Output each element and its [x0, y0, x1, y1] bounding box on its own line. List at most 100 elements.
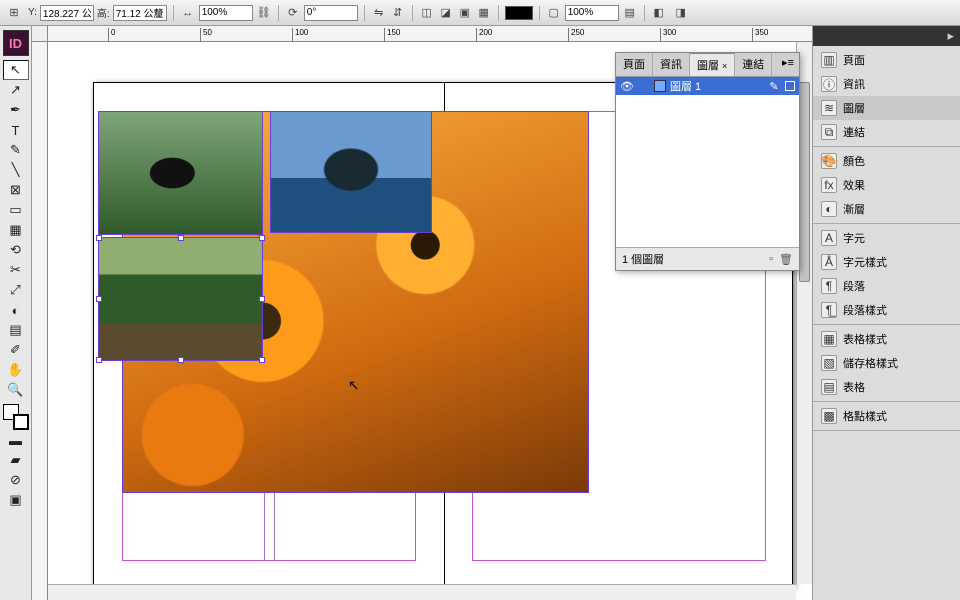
dock-para[interactable]: ¶段落 — [813, 274, 960, 298]
hand-tool[interactable]: ✋ — [3, 360, 29, 380]
fill-stroke-control[interactable] — [3, 404, 29, 430]
layers-panel[interactable]: 頁面 資訊 圖層× 連結 ▸≡ 👁 圖層 1 ✎ 1 個圖層 ▫ 🗑 — [615, 52, 800, 271]
rotate-input[interactable] — [304, 5, 358, 21]
wrap2-icon[interactable]: ◨ — [673, 5, 689, 21]
selection-tool[interactable]: ↖ — [3, 60, 29, 80]
view-mode[interactable]: ▣ — [3, 490, 29, 510]
flip-v-icon[interactable]: ⇵ — [390, 5, 406, 21]
vertical-ruler[interactable] — [32, 42, 48, 600]
flip-h-icon[interactable]: ⇋ — [371, 5, 387, 21]
gradient-tool[interactable]: ◐ — [3, 300, 29, 320]
dock-color[interactable]: 🎨顏色 — [813, 149, 960, 173]
tab-pages[interactable]: 頁面 — [616, 53, 653, 76]
y-input[interactable] — [40, 5, 94, 21]
table-icon: ▤ — [821, 379, 837, 395]
layers-footer: 1 個圖層 ▫ 🗑 — [616, 247, 799, 270]
para-style-icon: ¶̲ — [821, 302, 837, 318]
delete-layer-icon[interactable]: 🗑 — [779, 253, 793, 266]
select-container-icon[interactable]: ◫ — [419, 5, 435, 21]
new-layer-icon[interactable]: ▫ — [769, 253, 773, 266]
layers-list[interactable]: 👁 圖層 1 ✎ — [616, 77, 799, 247]
dock-label: 顏色 — [843, 153, 865, 169]
note-tool[interactable]: ▤ — [3, 320, 29, 340]
layers-icon: ≋ — [821, 100, 837, 116]
ruler-tick: 0 — [108, 28, 115, 42]
direct-selection-tool[interactable]: ↗ — [3, 80, 29, 100]
dock-links[interactable]: ⧉ 連結 — [813, 120, 960, 144]
layer-name[interactable]: 圖層 1 — [670, 78, 701, 94]
layer-row[interactable]: 👁 圖層 1 ✎ — [616, 77, 799, 95]
dock-label: 字元樣式 — [843, 254, 887, 270]
panel-tabstrip: 頁面 資訊 圖層× 連結 ▸≡ — [616, 53, 799, 77]
dock-label: 表格 — [843, 379, 865, 395]
tab-links[interactable]: 連結 — [735, 53, 772, 76]
dock-cell-style[interactable]: ▧ 儲存格樣式 — [813, 351, 960, 375]
apply-color[interactable]: ▬ — [3, 430, 29, 450]
apply-gradient[interactable]: ▰ — [3, 450, 29, 470]
apply-none[interactable]: ⊘ — [3, 470, 29, 490]
dock-label: 段落樣式 — [843, 302, 887, 318]
reference-point-icon[interactable]: ⊞ — [6, 5, 22, 21]
link-scale-icon[interactable]: ⛓ — [256, 5, 272, 21]
eyedropper-tool[interactable]: ✐ — [3, 340, 29, 360]
dock-gradient[interactable]: ◐漸層 — [813, 197, 960, 221]
dock-effects[interactable]: fx效果 — [813, 173, 960, 197]
dock-char-style[interactable]: Å字元樣式 — [813, 250, 960, 274]
pen-tool[interactable]: ✒ — [3, 100, 29, 120]
dock-layers[interactable]: ≋圖層 — [813, 96, 960, 120]
scale-x-input[interactable] — [199, 5, 253, 21]
horizontal-scrollbar[interactable] — [48, 584, 796, 600]
links-icon: ⧉ — [821, 124, 837, 140]
opacity-input[interactable] — [565, 5, 619, 21]
fill-color-swatch[interactable] — [505, 6, 533, 20]
rotate-tool[interactable]: ⟲ — [3, 240, 29, 260]
dock-pages[interactable]: ▥頁面 — [813, 48, 960, 72]
zoom-tool[interactable]: 🔍 — [3, 380, 29, 400]
tab-info[interactable]: 資訊 — [653, 53, 690, 76]
grid-tool[interactable]: ▦ — [3, 220, 29, 240]
image-frame-forest[interactable] — [98, 237, 263, 361]
pencil-tool[interactable]: ✎ — [3, 140, 29, 160]
fit-icon[interactable]: ▣ — [457, 5, 473, 21]
frame-tool[interactable]: ⊠ — [3, 180, 29, 200]
dock-char[interactable]: A字元 — [813, 226, 960, 250]
dock-collapse-bar[interactable]: ▸ — [813, 26, 960, 46]
center-icon[interactable]: ▦ — [476, 5, 492, 21]
dock-grid-style[interactable]: ▩格點樣式 — [813, 404, 960, 428]
rectangle-tool[interactable]: ▭ — [3, 200, 29, 220]
dock-label: 連結 — [843, 124, 865, 140]
cell-style-icon: ▧ — [821, 355, 837, 371]
y-label: Y: — [28, 7, 37, 18]
opacity-icon: ▢ — [546, 5, 562, 21]
effects-icon[interactable]: ▤ — [622, 5, 638, 21]
dock-info[interactable]: ⓘ資訊 — [813, 72, 960, 96]
ruler-origin[interactable] — [32, 26, 48, 42]
dock-table-style[interactable]: ▦表格樣式 — [813, 327, 960, 351]
panel-menu-icon[interactable]: ▸≡ — [777, 53, 799, 76]
dock-table[interactable]: ▤ 表格 — [813, 375, 960, 399]
cursor-icon: ↖ — [348, 377, 360, 394]
tab-label: 資訊 — [660, 59, 682, 71]
h-input[interactable] — [113, 5, 167, 21]
ruler-tick: 350 — [752, 28, 768, 42]
horizontal-ruler[interactable]: 0 50 100 150 200 250 300 350 — [48, 26, 812, 42]
dock-label: 儲存格樣式 — [843, 355, 898, 371]
dock-para-style[interactable]: ¶̲ 段落樣式 — [813, 298, 960, 322]
free-transform-tool[interactable]: ⤢ — [3, 280, 29, 300]
type-tool[interactable]: T — [3, 120, 29, 140]
control-bar: ⊞ Y: 高: ↔ ⛓ ⟳ ⇋ ⇵ ◫ ◪ ▣ ▦ ▢ ▤ ◧ ◨ — [0, 0, 960, 26]
para-icon: ¶ — [821, 278, 837, 294]
tab-layers[interactable]: 圖層× — [690, 53, 735, 76]
tab-label: 連結 — [742, 59, 764, 71]
line-tool[interactable]: ╲ — [3, 160, 29, 180]
close-icon[interactable]: × — [722, 61, 727, 71]
scissors-tool[interactable]: ✂ — [3, 260, 29, 280]
dock-label: 頁面 — [843, 52, 865, 68]
image-frame-toucan[interactable] — [98, 111, 263, 235]
ruler-tick: 100 — [292, 28, 308, 42]
select-content-icon[interactable]: ◪ — [438, 5, 454, 21]
visibility-icon[interactable]: 👁 — [620, 80, 634, 93]
wrap-icon[interactable]: ◧ — [651, 5, 667, 21]
panel-dock: ▸ ▥頁面 ⓘ資訊 ≋圖層 ⧉ 連結 🎨顏色 fx效果 ◐漸層 A字元 Å字元樣式… — [812, 26, 960, 600]
image-frame-whale[interactable] — [270, 111, 432, 233]
